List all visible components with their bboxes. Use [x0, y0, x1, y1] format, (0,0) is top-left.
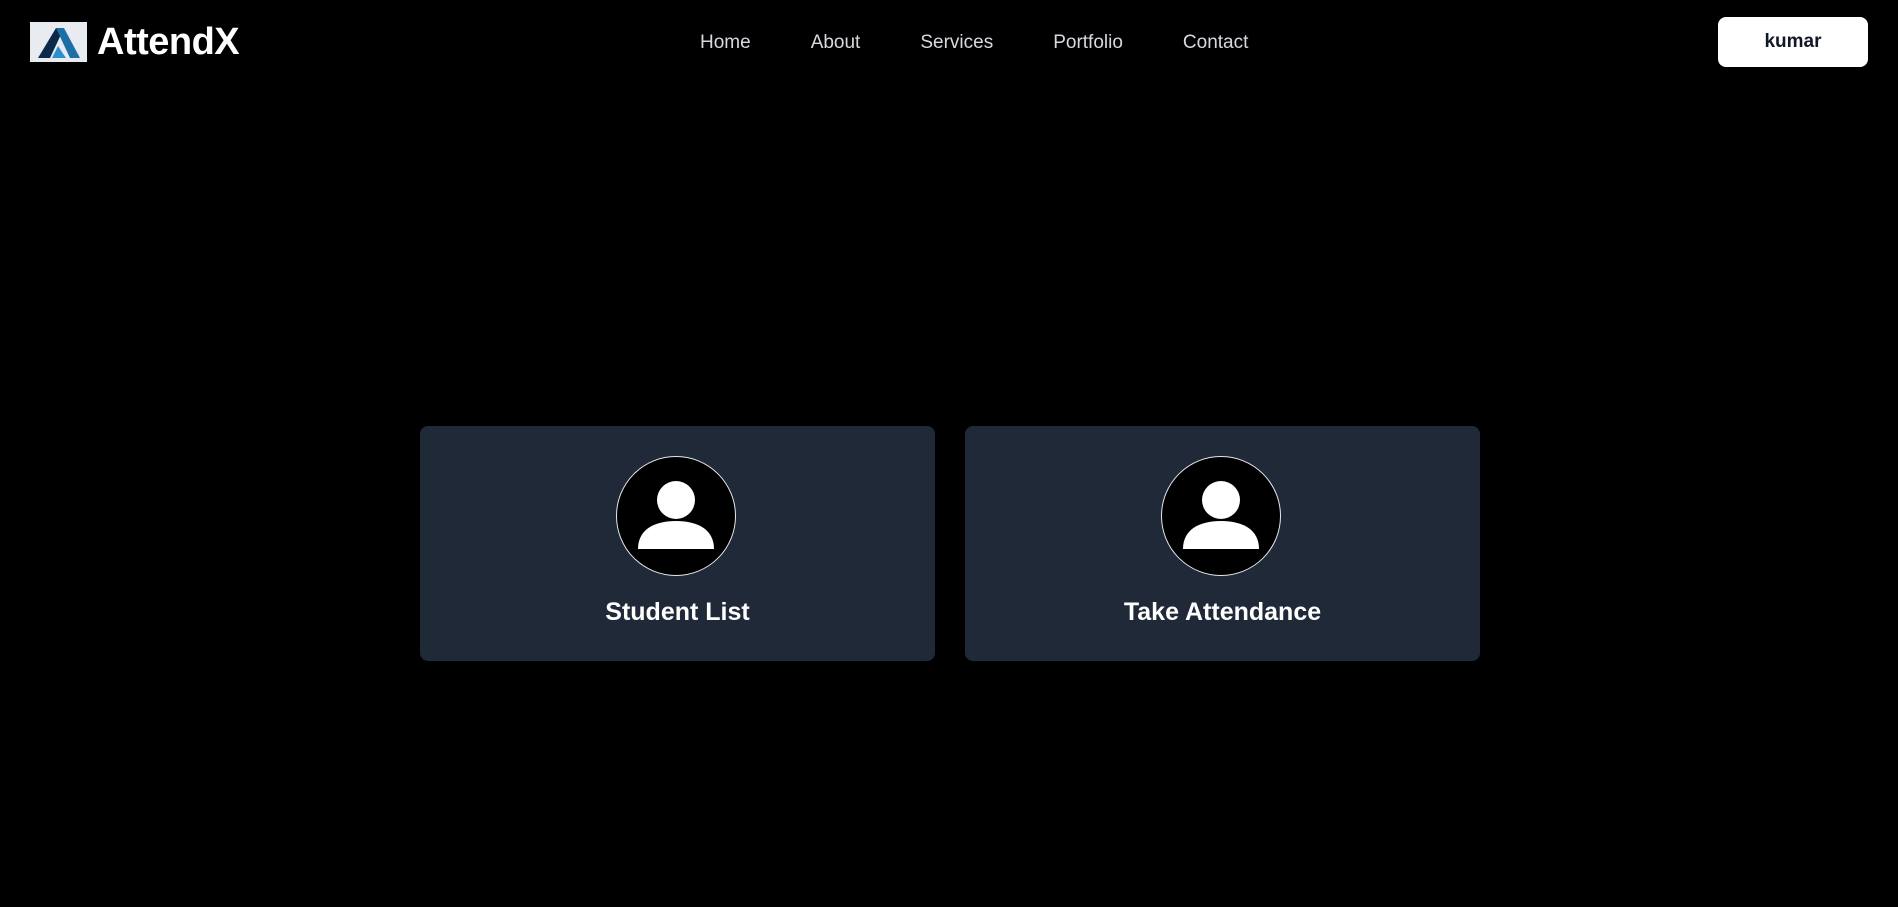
user-avatar-icon — [616, 456, 736, 576]
nav-home[interactable]: Home — [700, 30, 751, 56]
card-label: Student List — [605, 598, 750, 626]
nav-portfolio[interactable]: Portfolio — [1053, 30, 1123, 56]
user-avatar-icon — [1161, 456, 1281, 576]
nav-about[interactable]: About — [811, 30, 861, 56]
nav-contact[interactable]: Contact — [1183, 30, 1248, 56]
brand-name: AttendX — [97, 21, 240, 63]
dashboard-cards: Student List Take Attendance — [420, 426, 1480, 661]
student-list-card[interactable]: Student List — [420, 426, 935, 661]
take-attendance-card[interactable]: Take Attendance — [965, 426, 1480, 661]
nav-services[interactable]: Services — [920, 30, 993, 56]
brand[interactable]: AttendX — [30, 21, 240, 63]
attendx-logo-icon — [30, 22, 87, 62]
user-button[interactable]: kumar — [1718, 17, 1868, 67]
main-nav: Home About Services Portfolio Contact — [700, 30, 1248, 56]
card-label: Take Attendance — [1123, 598, 1322, 626]
site-header: AttendX Home About Services Portfolio Co… — [0, 0, 1898, 86]
page: AttendX Home About Services Portfolio Co… — [0, 0, 1898, 907]
